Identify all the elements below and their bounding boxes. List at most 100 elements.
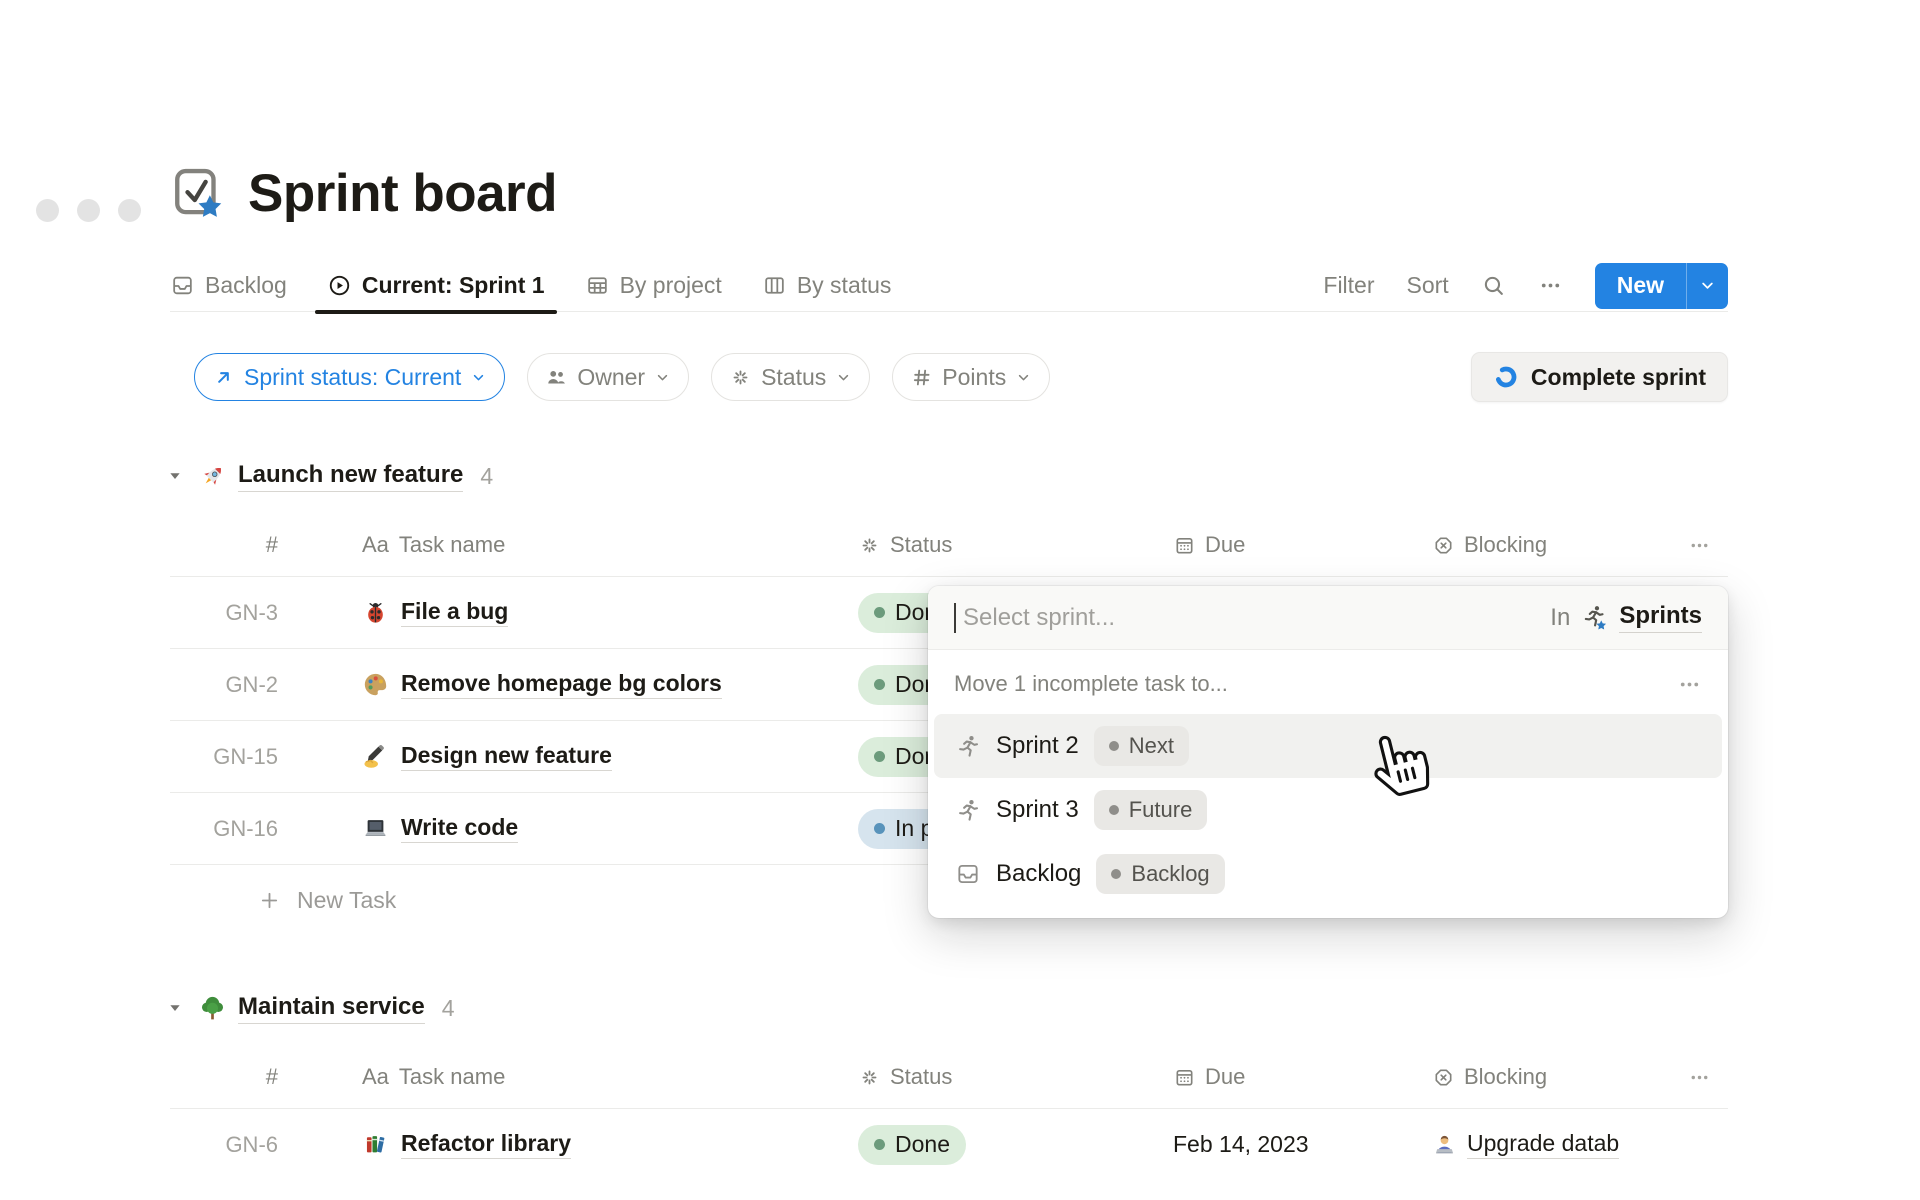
task-name-cell[interactable]: Write code (278, 814, 858, 843)
badge-dot (1109, 805, 1119, 815)
runner-icon (955, 797, 981, 823)
popup-heading-row: Move 1 incomplete task to... (928, 650, 1728, 708)
task-status-cell[interactable]: Done (858, 1125, 1173, 1165)
dots-h-icon (1688, 534, 1711, 557)
tab-by-project[interactable]: By project (585, 260, 722, 312)
table-header-row: #AaTask nameStatus Due Blocking (170, 514, 1728, 576)
page-title[interactable]: Sprint board (248, 163, 557, 224)
column-header-status[interactable]: Status (858, 532, 1173, 558)
task-id: GN-3 (170, 600, 278, 626)
backlog-icon (170, 273, 195, 298)
task-due-cell[interactable]: Feb 14, 2023 (1173, 1131, 1432, 1158)
spinner-icon (858, 1066, 881, 1089)
tab-backlog[interactable]: Backlog (170, 260, 287, 312)
section-title-link[interactable]: Launch new feature (238, 461, 463, 492)
chevron-down-icon (1015, 369, 1032, 386)
sprints-database-icon (1581, 604, 1608, 631)
text-caret (954, 603, 956, 633)
column-header-status[interactable]: Status (858, 1064, 1173, 1090)
column-header-blocking-label: Blocking (1464, 532, 1547, 558)
sprints-database-link[interactable]: Sprints (1619, 602, 1702, 633)
collapse-triangle-icon[interactable] (166, 467, 184, 485)
table-row[interactable]: GN-6 Refactor library Done Feb 14, 2023 Upgr… (170, 1108, 1728, 1180)
sprint-option-sprint-3[interactable]: Sprint 3Future (934, 778, 1722, 842)
status-dot (874, 751, 885, 762)
status-badge[interactable]: Done (858, 1125, 966, 1165)
column-header-id[interactable]: # (170, 1064, 278, 1090)
tree-icon (198, 994, 227, 1023)
task-name-cell[interactable]: Remove homepage bg colors (278, 670, 858, 699)
more-options-icon[interactable] (1538, 273, 1563, 298)
section-title-link[interactable]: Maintain service (238, 993, 425, 1024)
task-id: GN-15 (170, 744, 278, 770)
section-count: 4 (480, 463, 493, 490)
new-button-label[interactable]: New (1595, 263, 1686, 309)
technologist-icon (1432, 1132, 1457, 1157)
column-header-task-name[interactable]: AaTask name (278, 532, 858, 558)
window-dot-zoom[interactable] (118, 199, 141, 222)
column-header-due[interactable]: Due (1173, 532, 1432, 558)
blocking-task-link[interactable]: Upgrade datab (1467, 1130, 1619, 1159)
window-dot-minimize[interactable] (77, 199, 100, 222)
spinner-icon (729, 366, 752, 389)
column-header-id[interactable]: # (170, 532, 278, 558)
calendar-icon (1173, 534, 1196, 557)
column-header-more[interactable] (1688, 534, 1728, 557)
tab-by-status[interactable]: By status (762, 260, 892, 312)
chevron-down-icon (470, 369, 487, 386)
column-header-status-label: Status (890, 1064, 952, 1090)
board-icon (762, 273, 787, 298)
sprint-option-backlog[interactable]: BacklogBacklog (934, 842, 1722, 906)
filter-chip-owner[interactable]: Owner (527, 353, 689, 401)
sprint-option-sprint-2[interactable]: Sprint 2 Next (934, 714, 1722, 778)
column-header-task-name[interactable]: AaTask name (278, 1064, 858, 1090)
task-name-cell[interactable]: Refactor library (278, 1130, 858, 1159)
filter-button[interactable]: Filter (1323, 272, 1374, 299)
column-header-blocking[interactable]: Blocking (1432, 532, 1688, 558)
books-icon (362, 1131, 389, 1158)
page-icon-checkbox-star[interactable] (170, 165, 228, 223)
column-header-due-label: Due (1205, 532, 1245, 558)
task-name-link[interactable]: Write code (401, 814, 518, 843)
task-name-link[interactable]: Design new feature (401, 742, 612, 771)
sort-button[interactable]: Sort (1407, 272, 1449, 299)
task-name-link[interactable]: File a bug (401, 598, 508, 627)
task-name-cell[interactable]: File a bug (278, 598, 858, 627)
sprint-status-badge: Next (1094, 726, 1189, 766)
task-id: GN-6 (170, 1132, 278, 1158)
sprint-search-input[interactable]: Select sprint... In Sprints (928, 586, 1728, 650)
search-icon[interactable] (1481, 273, 1506, 298)
column-header-more[interactable] (1688, 1066, 1728, 1089)
window-dot-close[interactable] (36, 199, 59, 222)
people-icon (545, 366, 568, 389)
section-maintain-service: Maintain service4#AaTask nameStatusDueBl… (170, 990, 1728, 1180)
column-header-due[interactable]: Due (1173, 1064, 1432, 1090)
sprint-status-badge: Backlog (1096, 854, 1224, 894)
sprint-search-placeholder: Select sprint... (963, 604, 1550, 632)
tab-label: By project (620, 272, 722, 299)
hash-icon (910, 366, 933, 389)
complete-sprint-button[interactable]: Complete sprint (1471, 352, 1728, 402)
task-name-link[interactable]: Refactor library (401, 1130, 571, 1159)
collapse-triangle-icon[interactable] (166, 999, 184, 1017)
badge-label: Future (1129, 797, 1193, 823)
filter-chip-points[interactable]: Points (892, 353, 1050, 401)
task-blocking-cell[interactable]: Upgrade datab (1432, 1130, 1688, 1159)
sprint-option-label: Sprint 2 (996, 732, 1079, 760)
status-label: Done (895, 1131, 950, 1158)
task-name-cell[interactable]: Design new feature (278, 742, 858, 771)
sprint-options: Sprint 2 Next Sprint 3FutureBacklogBacklog (928, 708, 1728, 918)
popup-more-icon[interactable] (1677, 672, 1702, 697)
filter-chip-sprint-status-current[interactable]: Sprint status: Current (194, 353, 505, 401)
column-header-blocking[interactable]: Blocking (1432, 1064, 1688, 1090)
chevron-down-icon (654, 369, 671, 386)
filter-chip-status[interactable]: Status (711, 353, 870, 401)
table-header-row: #AaTask name Status DueBlocking (170, 1046, 1728, 1108)
new-button-dropdown-icon[interactable] (1686, 263, 1728, 309)
badge-label: Backlog (1131, 861, 1209, 887)
spinner-icon (858, 534, 881, 557)
status-dot (874, 607, 885, 618)
table-icon (585, 273, 610, 298)
tab-current-sprint-1[interactable]: Current: Sprint 1 (327, 260, 545, 312)
task-name-link[interactable]: Remove homepage bg colors (401, 670, 722, 699)
